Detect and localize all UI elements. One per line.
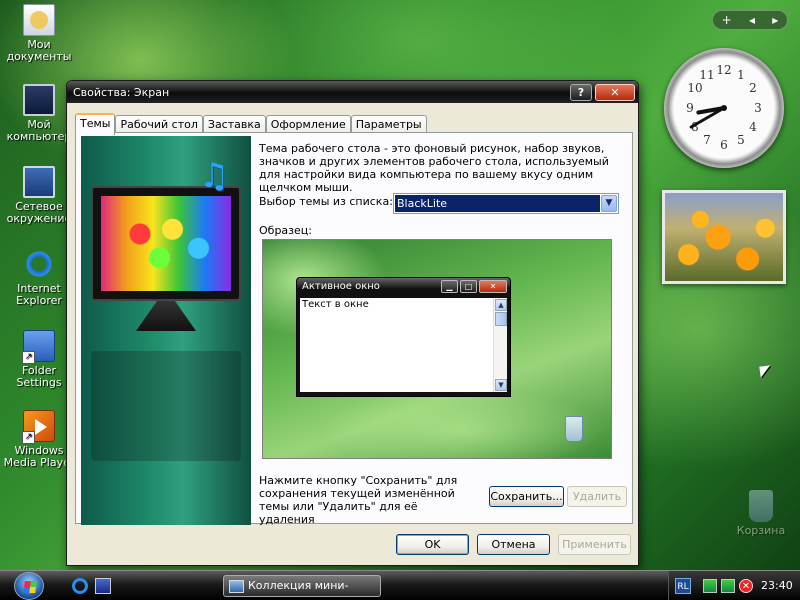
chevron-down-icon[interactable]: ▼	[601, 195, 617, 212]
taskbar-item-gadget-gallery[interactable]: Коллекция мини-при...	[223, 575, 381, 600]
music-note-icon: ♫	[199, 156, 230, 196]
desktop-icon-label: Мои документы	[6, 38, 72, 63]
next-gadget-button[interactable]: ▸	[772, 13, 778, 27]
prev-gadget-button[interactable]: ◂	[749, 13, 755, 27]
media-player-icon	[22, 410, 55, 444]
preview-window-body: Текст в окне ▲ ▼	[300, 298, 507, 392]
themes-illustration: ♫	[81, 136, 251, 525]
slideshow-gadget[interactable]	[662, 190, 786, 284]
tab-strip: Темы Рабочий стол Заставка Оформление Па…	[75, 113, 427, 135]
themes-panel: ♫ Тема рабочего стола - это фоновый рису…	[75, 132, 633, 526]
security-alert-tray-icon[interactable]: ✕	[739, 579, 753, 593]
minimize-icon: ▁	[441, 280, 458, 293]
mouse-cursor-icon	[759, 365, 772, 378]
svg-text:12: 12	[716, 63, 731, 77]
preview-scrollbar: ▲ ▼	[493, 298, 507, 392]
scroll-thumb	[495, 312, 507, 326]
themes-description: Тема рабочего стола - это фоновый рисуно…	[259, 142, 609, 194]
svg-text:2: 2	[749, 81, 757, 95]
help-button[interactable]: ?	[570, 83, 592, 101]
theme-select[interactable]: BlackLite ▼	[393, 193, 619, 214]
network-icon	[23, 166, 55, 198]
close-button[interactable]: ✕	[595, 83, 635, 101]
svg-text:9: 9	[686, 101, 694, 115]
desktop-icon-label: Internet Explorer	[16, 282, 62, 307]
clock-gadget[interactable]: 12 1 2 345 678 9 10 11	[664, 48, 784, 168]
window-titlebar[interactable]: Свойства: Экран ? ✕	[67, 81, 638, 103]
svg-text:5: 5	[737, 133, 745, 147]
theme-select-label: Выбор темы из списка:	[259, 195, 393, 208]
desktop-icon-label: Корзина	[736, 524, 786, 537]
recycle-bin-icon	[749, 490, 773, 522]
sidebar-gadget-bar: + ◂ ▸	[712, 10, 788, 30]
clock-face: 12 12 345 678 91011	[686, 63, 762, 152]
internet-explorer-icon	[23, 248, 55, 280]
desktop-icon-recycle-bin[interactable]: Корзина	[722, 490, 800, 537]
ok-button[interactable]: OK	[396, 534, 469, 555]
svg-text:1: 1	[737, 68, 745, 82]
clock-time[interactable]: 23:40	[761, 571, 793, 600]
save-hint-text: Нажмите кнопку "Сохранить" для сохранени…	[259, 474, 458, 526]
preview-window-controls: ▁ □ ✕	[441, 280, 507, 293]
theme-preview: Активное окно ▁ □ ✕ Текст в окне ▲ ▼	[262, 239, 612, 459]
display-properties-window: Свойства: Экран ? ✕ Темы Рабочий стол За…	[66, 80, 639, 566]
preview-window-title: Активное окно ▁ □ ✕	[297, 278, 510, 296]
desktop-icon-my-documents[interactable]: Мои документы	[0, 4, 78, 63]
taskbar: Коллекция мини-при... RL ✕ 23:40	[0, 570, 800, 600]
svg-text:11: 11	[699, 68, 714, 82]
desktop-icon-label: Мой компьютер	[6, 118, 72, 143]
language-indicator[interactable]: RL	[675, 578, 691, 594]
start-button[interactable]	[4, 571, 54, 600]
delete-theme-button[interactable]: Удалить	[567, 486, 627, 507]
quicklaunch-show-desktop-icon[interactable]	[95, 578, 111, 594]
computer-icon	[23, 84, 55, 116]
quicklaunch-ie-icon[interactable]	[72, 578, 88, 594]
desktop-icon-label: Folder Settings	[16, 364, 62, 389]
svg-text:3: 3	[754, 101, 762, 115]
sample-label: Образец:	[259, 224, 312, 237]
preview-active-window: Активное окно ▁ □ ✕ Текст в окне ▲ ▼	[296, 277, 511, 397]
tab-themes[interactable]: Темы	[75, 113, 116, 135]
desktop-icon-label: Windows Media Player	[3, 444, 75, 469]
svg-text:10: 10	[687, 81, 702, 95]
preview-recycle-bin-icon	[565, 416, 583, 442]
monitor-icon	[91, 186, 241, 301]
window-title: Свойства: Экран	[73, 85, 170, 99]
folder-settings-icon	[22, 330, 55, 364]
documents-icon	[23, 4, 55, 36]
scroll-up-icon: ▲	[495, 299, 507, 311]
svg-text:7: 7	[703, 133, 711, 147]
system-tray: RL ✕ 23:40	[668, 571, 800, 600]
safely-remove-tray-icon[interactable]	[721, 579, 735, 593]
svg-text:4: 4	[749, 120, 757, 134]
close-icon: ✕	[479, 280, 507, 293]
cancel-button[interactable]: Отмена	[477, 534, 550, 555]
preview-window-text: Текст в окне	[302, 299, 369, 310]
network-tray-icon[interactable]	[703, 579, 717, 593]
maximize-icon: □	[460, 280, 477, 293]
scroll-down-icon: ▼	[495, 379, 507, 391]
desktop-icon-label: Сетевое окружение	[6, 200, 72, 225]
save-theme-button[interactable]: Сохранить...	[489, 486, 564, 507]
apply-button[interactable]: Применить	[558, 534, 631, 555]
preview-window-title-text: Активное окно	[302, 281, 380, 292]
add-gadget-button[interactable]: +	[722, 13, 732, 27]
theme-select-value: BlackLite	[395, 195, 600, 212]
svg-text:6: 6	[720, 138, 728, 152]
windows-logo-icon	[14, 572, 44, 600]
